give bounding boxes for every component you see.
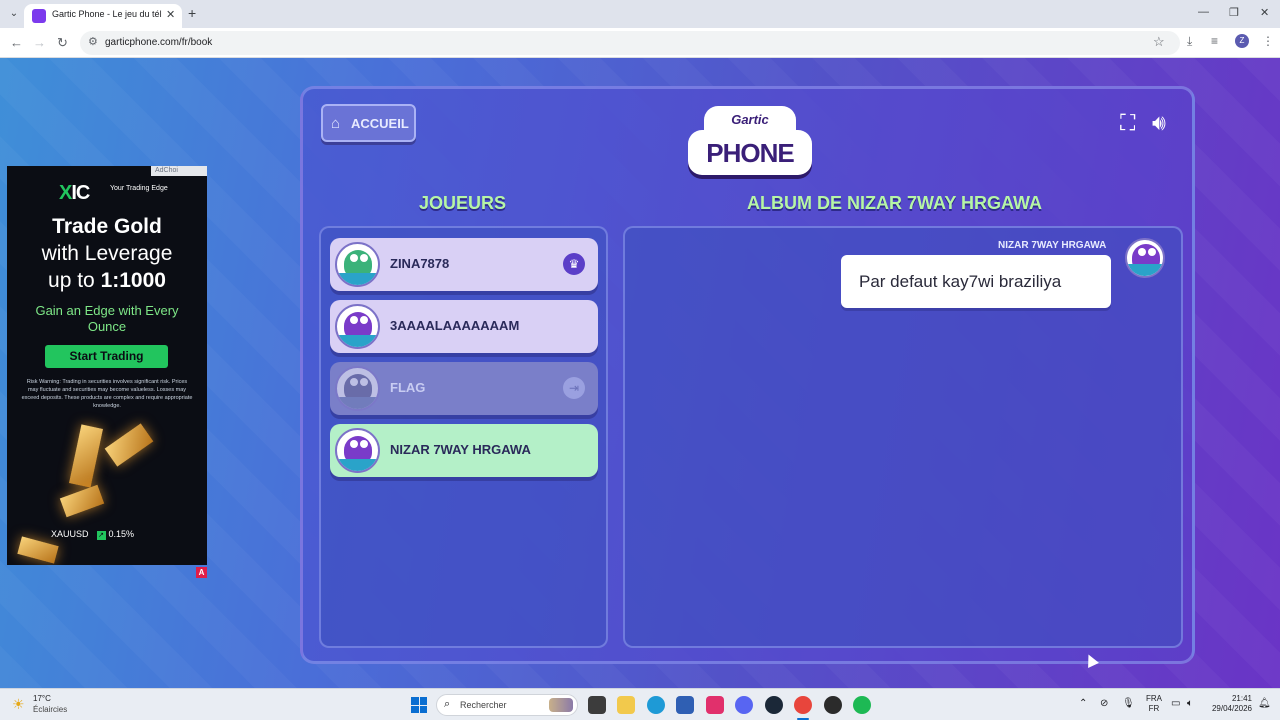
ad-ticker: XAUUSD ↗ 0.15% <box>51 529 135 540</box>
notification-icon[interactable]: 🔔︎ <box>1258 698 1271 709</box>
bookmark-star-icon[interactable]: ☆ <box>1153 34 1165 50</box>
player-avatar <box>335 428 380 473</box>
profile-avatar[interactable]: Z <box>1235 34 1249 48</box>
taskbar-search[interactable]: ⌕ Rechercher <box>436 694 578 716</box>
gartic-phone-logo: Gartic PHONE <box>688 106 812 178</box>
search-label: Rechercher <box>460 700 507 710</box>
player-name: NIZAR 7WAY HRGAWA <box>390 442 531 457</box>
media-control-icon[interactable]: ≡ <box>1211 34 1218 48</box>
ad-brand-logo: XIC <box>59 182 90 204</box>
restore-window-button[interactable]: ❐ <box>1229 6 1239 19</box>
player-card[interactable]: FLAG ⇥ <box>330 362 598 415</box>
album-entry-avatar <box>1125 238 1165 278</box>
player-avatar <box>335 242 380 287</box>
discord-icon[interactable] <box>735 696 753 714</box>
ad-headline: Trade Gold with Leverage up to 1:1000 <box>41 215 173 292</box>
network-icon[interactable]: ⊘ <box>1100 698 1108 709</box>
home-button[interactable]: ⌂ ACCUEIL <box>321 104 416 142</box>
url-field[interactable]: ⚙ garticphone.com/fr/book ☆ <box>80 31 1180 55</box>
player-name: ZINA7878 <box>390 256 450 271</box>
players-title: JOUEURS <box>419 193 507 213</box>
forward-icon[interactable]: → <box>33 35 46 50</box>
weather-icon[interactable]: ☀ <box>12 696 25 713</box>
page-content: AdChoi XIC Your Trading Edge Trade Gold … <box>0 58 1280 688</box>
game-container: ⌂ ACCUEIL Gartic PHONE ⛶ 🔊︎ JOUEURS ALBU… <box>300 86 1195 664</box>
advertisement[interactable]: AdChoi XIC Your Trading Edge Trade Gold … <box>7 166 207 565</box>
tab-title: Gartic Phone - Le jeu du téléph <box>52 9 162 19</box>
address-bar: ← → ↻ ⚙ garticphone.com/fr/book ☆ ⤓ ≡ Z … <box>0 28 1280 58</box>
album-panel: NIZAR 7WAY HRGAWA Par defaut kay7wi braz… <box>623 226 1183 648</box>
instagram-icon[interactable] <box>706 696 724 714</box>
player-name: 3AAAALAAAAAAAM <box>390 318 520 333</box>
player-avatar <box>335 304 380 349</box>
task-view-icon[interactable] <box>588 696 606 714</box>
search-highlight-image <box>549 698 573 712</box>
album-entry-bubble: Par defaut kay7wi braziliya <box>841 255 1111 308</box>
chevron-up-icon[interactable]: ⌃ <box>1079 698 1087 709</box>
volume-icon[interactable]: 🔊︎ <box>1152 110 1166 136</box>
gartic-favicon-icon <box>32 9 46 23</box>
browser-tab[interactable]: Gartic Phone - Le jeu du téléph ✕ <box>24 4 182 28</box>
gold-bar-image <box>104 423 154 467</box>
speaker-icon[interactable]: 🔈︎ <box>1187 698 1193 709</box>
site-info-icon[interactable]: ⚙ <box>88 35 98 48</box>
gold-bar-image <box>69 424 103 488</box>
spotify-icon[interactable] <box>853 696 871 714</box>
home-label: ACCUEIL <box>351 116 409 131</box>
ad-tagline: Your Trading Edge <box>110 185 168 192</box>
steam-icon[interactable] <box>765 696 783 714</box>
taskbar: ☀ 17°C Éclaircies ⌕ Rechercher ⌃ ⊘ 🎙︎ FR… <box>0 688 1280 720</box>
close-window-button[interactable]: ✕ <box>1260 6 1269 19</box>
clock[interactable]: 21:41 29/04/2026 <box>1206 694 1252 714</box>
chrome-icon[interactable] <box>794 696 812 714</box>
players-panel: ZINA7878 ♛ 3AAAALAAAAAAAM FLAG ⇥ NIZAR 7… <box>319 226 608 648</box>
album-entry-text: Par defaut kay7wi braziliya <box>859 272 1062 291</box>
close-tab-icon[interactable]: ✕ <box>166 8 175 21</box>
start-trading-button[interactable]: Start Trading <box>45 345 168 368</box>
gold-bar-image <box>59 484 105 518</box>
browser-menu-icon[interactable]: ⋮ <box>1262 34 1274 48</box>
ad-badge[interactable]: A <box>196 567 207 578</box>
tab-search-icon[interactable]: ⌄ <box>6 6 22 22</box>
player-avatar <box>335 366 380 411</box>
fullscreen-icon[interactable]: ⛶ <box>1120 110 1135 136</box>
weather-description[interactable]: Éclaircies <box>33 705 67 714</box>
edge-icon[interactable] <box>647 696 665 714</box>
browser-tab-bar: ⌄ Gartic Phone - Le jeu du téléph ✕ + — … <box>0 0 1280 28</box>
player-card[interactable]: ZINA7878 ♛ <box>330 238 598 291</box>
album-title: ALBUM DE NIZAR 7WAY HRGAWA <box>747 193 1043 213</box>
wifi-icon[interactable]: ▭ <box>1171 698 1180 709</box>
ad-risk-warning: Risk Warning: Trading in securities invo… <box>21 379 193 409</box>
player-name: FLAG <box>390 380 426 395</box>
ad-subheadline: Gain an Edge with Every Ounce <box>35 303 179 334</box>
minimize-window-button[interactable]: — <box>1198 6 1209 18</box>
player-card[interactable]: 3AAAALAAAAAAAM <box>330 300 598 353</box>
back-icon[interactable]: ← <box>10 35 23 50</box>
microphone-icon[interactable]: 🎙︎ <box>1122 698 1135 709</box>
home-icon: ⌂ <box>331 115 341 132</box>
language-indicator[interactable]: FRA FR <box>1146 694 1162 714</box>
search-icon: ⌕ <box>444 698 451 710</box>
album-entry-author: NIZAR 7WAY HRGAWA <box>998 240 1107 251</box>
new-tab-button[interactable]: + <box>188 5 196 21</box>
crown-icon: ♛ <box>563 253 585 275</box>
start-menu-icon[interactable] <box>411 697 427 713</box>
url-text[interactable]: garticphone.com/fr/book <box>105 37 212 48</box>
download-icon[interactable]: ⤓ <box>1187 34 1192 49</box>
player-card[interactable]: NIZAR 7WAY HRGAWA <box>330 424 598 477</box>
obs-icon[interactable] <box>824 696 842 714</box>
file-explorer-icon[interactable] <box>617 696 635 714</box>
disconnected-icon: ⇥ <box>563 377 585 399</box>
weather-temperature[interactable]: 17°C <box>33 694 51 703</box>
outlook-icon[interactable] <box>676 696 694 714</box>
adchoices-label[interactable]: AdChoi <box>151 166 207 176</box>
reload-icon[interactable]: ↻ <box>57 35 68 51</box>
